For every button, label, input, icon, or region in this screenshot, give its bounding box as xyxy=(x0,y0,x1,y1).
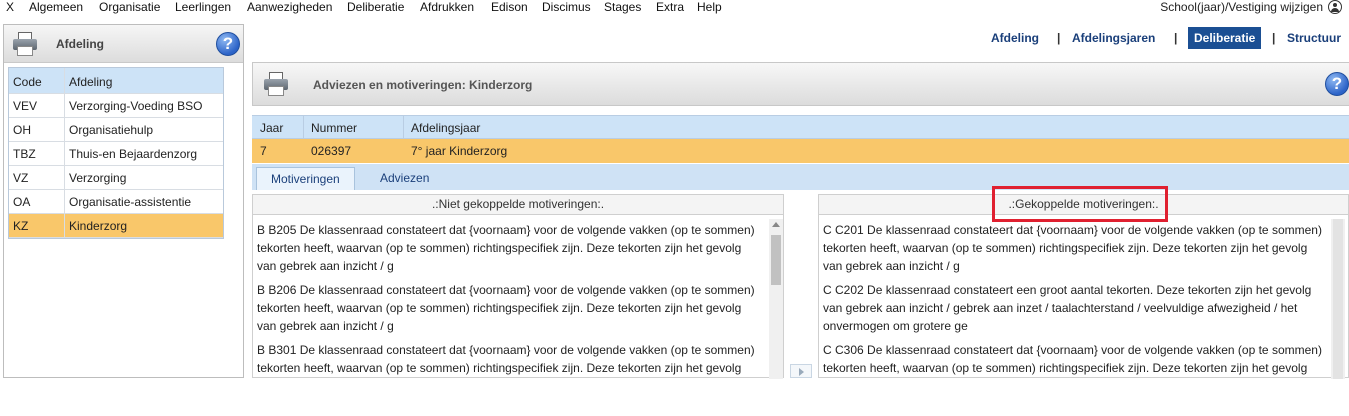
row-name: Organisatiehulp xyxy=(69,123,154,137)
scroll-up-icon[interactable] xyxy=(772,222,780,227)
list-item-line: B B205 De klassenraad constateert dat {v… xyxy=(257,223,755,237)
subtabs: Motiveringen Adviezen xyxy=(252,164,1349,190)
list-item[interactable]: C C306 De klassenraad constateert dat {v… xyxy=(823,341,1322,377)
list-item[interactable]: C C202 De klassenraad constateert een gr… xyxy=(823,281,1322,335)
afdelingsjaar-table: Jaar Nummer Afdelingsjaar 7 026397 7° ja… xyxy=(252,115,1349,163)
menu-extra[interactable]: Extra xyxy=(656,0,684,16)
list-item-line: C C202 De klassenraad constateert een gr… xyxy=(823,283,1312,297)
list-item-line: van gebrek aan inzicht / g xyxy=(257,319,394,333)
tab-separator: | xyxy=(1057,31,1061,45)
scrollbar-track[interactable] xyxy=(1333,219,1343,379)
afdeling-panel-header: Afdeling ? xyxy=(4,25,243,63)
table-header: Code Afdeling xyxy=(9,68,223,94)
table-header: Jaar Nummer Afdelingsjaar xyxy=(252,115,1349,139)
table-row[interactable]: TBZ Thuis-en Bejaardenzorg xyxy=(9,142,223,166)
menu-aanwezigheden[interactable]: Aanwezigheden xyxy=(247,0,332,16)
main-panel-header: Adviezen en motiveringen: Kinderzorg ? xyxy=(252,62,1349,106)
list-item-line: C C201 De klassenraad constateert dat {v… xyxy=(823,223,1322,237)
list-item-line: tekorten heeft, waarvan (op te sommen) r… xyxy=(257,241,742,255)
list-item-line: van gebrek aan inzicht / g xyxy=(257,259,394,273)
tab-deliberatie[interactable]: Deliberatie xyxy=(1188,27,1262,49)
menu-discimus[interactable]: Discimus xyxy=(542,0,591,16)
printer-icon[interactable] xyxy=(12,31,38,57)
afdeling-table: Code Afdeling VEV Verzorging-Voeding BSO… xyxy=(8,67,224,239)
column-header-afdeling[interactable]: Afdeling xyxy=(69,75,112,89)
list-item-line: tekorten heeft, waarvan (op te sommen) r… xyxy=(257,301,742,315)
list-item-line: tekorten heeft, waarvan (op te sommen) r… xyxy=(823,361,1308,375)
column-header-jaar[interactable]: Jaar xyxy=(260,121,283,135)
table-row-selected[interactable]: 7 026397 7° jaar Kinderzorg xyxy=(252,139,1349,163)
scrollbar[interactable] xyxy=(769,219,783,379)
row-name: Thuis-en Bejaardenzorg xyxy=(69,147,198,161)
list-item-line: B B206 De klassenraad constateert dat {v… xyxy=(257,283,755,297)
row-name: Organisatie-assistentie xyxy=(69,195,192,209)
menu-stages[interactable]: Stages xyxy=(604,0,641,16)
row-nummer: 026397 xyxy=(311,144,352,158)
list-item-line: van gebrek aan inzicht / g xyxy=(823,259,960,273)
column-header-nummer[interactable]: Nummer xyxy=(311,121,357,135)
row-code: VEV xyxy=(13,99,38,113)
page-title: Adviezen en motiveringen: Kinderzorg xyxy=(313,78,533,92)
row-name: Verzorging-Voeding BSO xyxy=(69,99,203,113)
column-header-code[interactable]: Code xyxy=(13,75,42,89)
unlinked-motivations-panel: .:Niet gekoppelde motiveringen:. B B205 … xyxy=(252,194,784,379)
table-row[interactable]: VZ Verzorging xyxy=(9,166,223,190)
list-item[interactable]: B B205 De klassenraad constateert dat {v… xyxy=(257,221,755,275)
list-item[interactable]: C C201 De klassenraad constateert dat {v… xyxy=(823,221,1322,275)
list-item[interactable]: B B206 De klassenraad constateert dat {v… xyxy=(257,281,755,335)
row-code: VZ xyxy=(13,171,29,185)
table-row[interactable]: OH Organisatiehulp xyxy=(9,118,223,142)
menu-afdrukken[interactable]: Afdrukken xyxy=(420,0,474,16)
tab-afdelingsjaren[interactable]: Afdelingsjaren xyxy=(1066,27,1161,49)
row-code: OA xyxy=(13,195,31,209)
list-item-line: tekorten heeft, waarvan (op te sommen) r… xyxy=(823,241,1308,255)
tab-adviezen[interactable]: Adviezen xyxy=(366,167,443,190)
tab-separator: | xyxy=(1174,31,1178,45)
scrollbar-thumb[interactable] xyxy=(771,235,781,285)
highlight-box xyxy=(992,186,1168,222)
row-name: Verzorging xyxy=(69,171,127,185)
help-icon[interactable]: ? xyxy=(1325,72,1349,96)
list-item-line: C C306 De klassenraad constateert dat {v… xyxy=(823,343,1322,357)
change-school-link[interactable]: School(jaar)/Vestiging wijzigen xyxy=(1160,0,1323,15)
row-afdelingsjaar: 7° jaar Kinderzorg xyxy=(411,144,508,158)
list-item[interactable]: B B301 De klassenraad constateert dat {v… xyxy=(257,341,755,377)
afdeling-panel: Afdeling ? Code Afdeling VEV Verzorging-… xyxy=(3,24,244,378)
row-code: KZ xyxy=(13,219,29,233)
help-icon[interactable]: ? xyxy=(216,32,240,56)
table-row[interactable]: OA Organisatie-assistentie xyxy=(9,190,223,214)
list-item-line: onvermogen om grotere ge xyxy=(823,319,968,333)
menu-bar: X Algemeen Organisatie Leerlingen Aanwez… xyxy=(0,0,1349,16)
table-row[interactable]: VEV Verzorging-Voeding BSO xyxy=(9,94,223,118)
unlinked-motivations-header: .:Niet gekoppelde motiveringen:. xyxy=(253,195,783,215)
row-name: Kinderzorg xyxy=(69,219,128,233)
list-item-line: B B301 De klassenraad constateert dat {v… xyxy=(257,343,755,357)
list-item-line: tekorten heeft, waarvan (op te sommen) r… xyxy=(257,361,742,375)
move-right-button[interactable] xyxy=(790,364,812,378)
tab-separator: | xyxy=(1272,31,1276,45)
menu-leerlingen[interactable]: Leerlingen xyxy=(175,0,231,16)
menu-help[interactable]: Help xyxy=(697,0,722,16)
row-code: OH xyxy=(13,123,31,137)
tab-afdeling[interactable]: Afdeling xyxy=(985,27,1045,49)
menu-organisatie[interactable]: Organisatie xyxy=(99,0,160,16)
menu-deliberatie[interactable]: Deliberatie xyxy=(347,0,404,16)
afdeling-panel-title: Afdeling xyxy=(56,37,104,51)
menu-edison[interactable]: Edison xyxy=(491,0,528,16)
row-code: TBZ xyxy=(13,147,36,161)
row-jaar: 7 xyxy=(260,144,267,158)
user-icon[interactable] xyxy=(1328,0,1342,14)
column-header-afdelingsjaar[interactable]: Afdelingsjaar xyxy=(411,121,480,135)
table-row-selected[interactable]: KZ Kinderzorg xyxy=(9,214,223,238)
linked-motivations-list: C C201 De klassenraad constateert dat {v… xyxy=(823,221,1322,383)
tab-structuur[interactable]: Structuur xyxy=(1281,27,1347,49)
unlinked-motivations-list: B B205 De klassenraad constateert dat {v… xyxy=(257,221,755,383)
printer-icon[interactable] xyxy=(263,71,289,97)
list-item-line: van gebrek aan inzicht / gebrek aan inze… xyxy=(823,301,1298,315)
tab-motiveringen[interactable]: Motiveringen xyxy=(256,167,355,190)
menu-algemeen[interactable]: Algemeen xyxy=(29,0,83,16)
scrollbar[interactable] xyxy=(1331,219,1345,379)
menu-close[interactable]: X xyxy=(6,0,14,16)
